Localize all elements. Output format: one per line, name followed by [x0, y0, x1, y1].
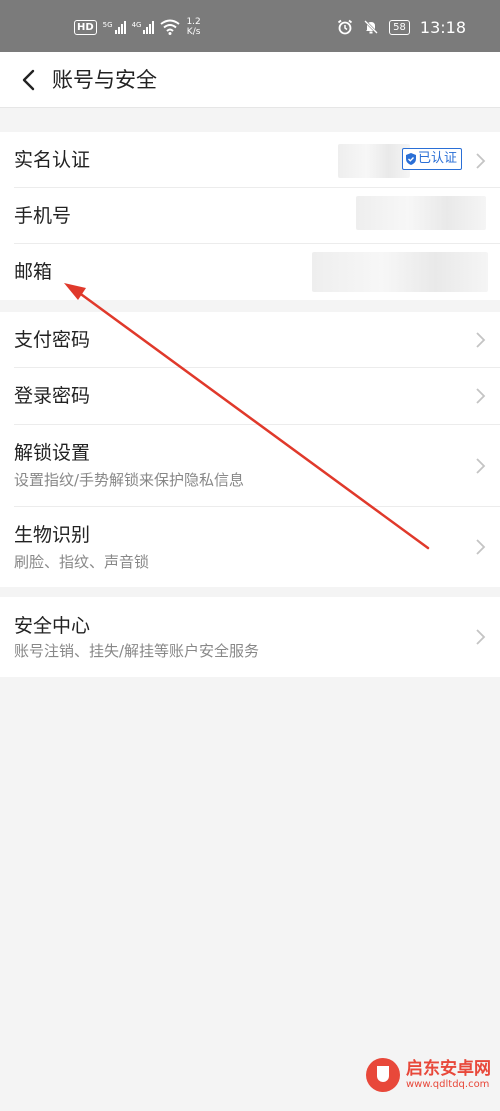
list-item-login-password[interactable]: 登录密码 [0, 368, 500, 425]
list-item-biometrics[interactable]: 生物识别 刷脸、指纹、声音锁 [0, 507, 500, 587]
wifi-icon [160, 19, 181, 35]
watermark-logo-icon [366, 1058, 400, 1092]
chevron-right-icon [476, 332, 486, 348]
nav-bar: 账号与安全 [0, 52, 500, 108]
chevron-right-icon [476, 539, 486, 555]
signal-sim1-icon: 5G [103, 20, 126, 34]
alarm-icon [338, 19, 353, 35]
verified-badge: 已认证 [401, 148, 462, 170]
chevron-right-icon [476, 388, 486, 404]
back-arrow-icon[interactable] [14, 64, 46, 96]
redacted-email-value [312, 252, 488, 292]
password-group: 支付密码 登录密码 解锁设置 设置指纹/手势解锁来保护隐私信息 生物识别 刷脸、… [0, 312, 500, 587]
chevron-right-icon [476, 629, 486, 645]
page-title: 账号与安全 [52, 68, 157, 92]
redacted-phone-value [356, 196, 486, 230]
network-speed: 1.2 K/s [186, 17, 201, 37]
list-item-security-center[interactable]: 安全中心 账号注销、挂失/解挂等账户安全服务 [0, 597, 500, 677]
mute-bell-icon [364, 20, 379, 34]
battery-icon: 58 [389, 19, 410, 35]
watermark-logo: 启东安卓网 www.qdltdq.com [366, 1058, 491, 1092]
chevron-right-icon [476, 458, 486, 474]
signal-sim2-icon: 4G [132, 20, 155, 34]
list-item-pay-password[interactable]: 支付密码 [0, 312, 500, 368]
list-item-unlock-settings[interactable]: 解锁设置 设置指纹/手势解锁来保护隐私信息 [0, 425, 500, 507]
status-time: 13:18 [419, 17, 466, 37]
shield-icon [405, 153, 416, 165]
security-center-group: 安全中心 账号注销、挂失/解挂等账户安全服务 [0, 597, 500, 677]
status-bar: HD 5G 4G 1.2 K/s 58 13:18 [0, 0, 500, 52]
status-left-icons: HD 5G 4G 1.2 K/s [74, 16, 201, 38]
chevron-right-icon [476, 153, 486, 169]
hd-icon: HD [74, 19, 97, 35]
status-right-icons: 58 13:18 [337, 16, 466, 38]
redacted-name-value [338, 144, 410, 178]
